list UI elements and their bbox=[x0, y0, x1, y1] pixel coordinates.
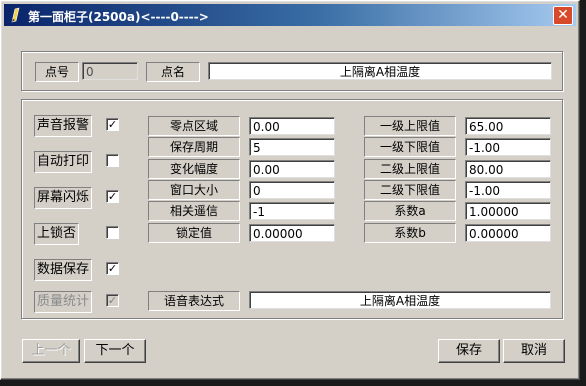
coef-a-field[interactable]: 1.00000 bbox=[465, 202, 551, 220]
level2-upper-label: 二级上限值 bbox=[364, 159, 456, 179]
level2-lower-field[interactable]: -1.00 bbox=[465, 181, 551, 199]
check-sound-alarm[interactable]: 声音报警 ✓ bbox=[34, 115, 124, 137]
level2-upper-field[interactable]: 80.00 bbox=[465, 160, 551, 178]
next-button[interactable]: 下一个 bbox=[84, 339, 146, 363]
level1-lower-label: 一级下限值 bbox=[364, 137, 456, 157]
data-save-label: 数据保存 bbox=[34, 259, 93, 281]
coef-a-label: 系数a bbox=[364, 201, 456, 221]
point-name-label: 点名 bbox=[146, 62, 200, 82]
auto-print-checkbox[interactable] bbox=[106, 154, 119, 167]
settings-group: 声音报警 ✓ 自动打印 屏幕闪烁 ✓ 上锁否 数据保存 ✓ 质量统计 ✓ 零点区… bbox=[21, 99, 563, 319]
voice-expression-field[interactable]: 上隔离A相温度 bbox=[249, 291, 551, 309]
quality-stats-checkbox: ✓ bbox=[106, 294, 119, 307]
screen-flash-label: 屏幕闪烁 bbox=[34, 187, 93, 209]
point-number-field[interactable]: 0 bbox=[82, 62, 138, 80]
lock-value-field[interactable]: 0.00000 bbox=[249, 224, 335, 242]
point-name-field[interactable]: 上隔离A相温度 bbox=[208, 62, 552, 80]
save-button[interactable]: 保存 bbox=[438, 339, 500, 363]
close-icon: ✕ bbox=[557, 7, 569, 23]
zero-zone-field[interactable]: 0.00 bbox=[249, 117, 335, 135]
lock-label: 上锁否 bbox=[34, 223, 80, 245]
related-signal-label: 相关遥信 bbox=[148, 201, 240, 221]
level1-upper-field[interactable]: 65.00 bbox=[465, 117, 551, 135]
auto-print-label: 自动打印 bbox=[34, 151, 93, 173]
check-lock[interactable]: 上锁否 bbox=[34, 223, 124, 245]
check-data-save[interactable]: 数据保存 ✓ bbox=[34, 259, 124, 281]
dialog-window: 第一面柜子(2500a)<----0----> ✕ 点号 0 点名 上隔离A相温… bbox=[0, 0, 580, 380]
coef-b-field[interactable]: 0.00000 bbox=[465, 224, 551, 242]
point-number-label: 点号 bbox=[35, 62, 79, 82]
title-bar[interactable]: 第一面柜子(2500a)<----0----> ✕ bbox=[4, 4, 576, 26]
check-auto-print[interactable]: 自动打印 bbox=[34, 151, 124, 173]
change-range-field[interactable]: 0.00 bbox=[249, 160, 335, 178]
close-button[interactable]: ✕ bbox=[553, 6, 573, 25]
zero-zone-label: 零点区域 bbox=[148, 116, 240, 136]
voice-expression-label: 语音表达式 bbox=[148, 291, 240, 311]
save-period-label: 保存周期 bbox=[148, 137, 240, 157]
level1-upper-label: 一级上限值 bbox=[364, 116, 456, 136]
related-signal-field[interactable]: -1 bbox=[249, 202, 335, 220]
window-size-label: 窗口大小 bbox=[148, 180, 240, 200]
level1-lower-field[interactable]: -1.00 bbox=[465, 138, 551, 156]
level2-lower-label: 二级下限值 bbox=[364, 180, 456, 200]
quality-stats-label: 质量统计 bbox=[34, 291, 93, 313]
lock-value-label: 锁定值 bbox=[148, 223, 240, 243]
screen-flash-checkbox[interactable]: ✓ bbox=[106, 190, 119, 203]
coef-b-label: 系数b bbox=[364, 223, 456, 243]
pen-icon bbox=[11, 7, 20, 23]
data-save-checkbox[interactable]: ✓ bbox=[106, 262, 119, 275]
sound-alarm-label: 声音报警 bbox=[34, 115, 93, 137]
save-period-field[interactable]: 5 bbox=[249, 138, 335, 156]
prev-button: 上一个 bbox=[22, 339, 80, 363]
change-range-label: 变化幅度 bbox=[148, 159, 240, 179]
lock-checkbox[interactable] bbox=[106, 226, 119, 239]
sound-alarm-checkbox[interactable]: ✓ bbox=[106, 118, 119, 131]
point-info-group: 点号 0 点名 上隔离A相温度 bbox=[21, 51, 563, 91]
check-screen-flash[interactable]: 屏幕闪烁 ✓ bbox=[34, 187, 124, 209]
window-title: 第一面柜子(2500a)<----0----> bbox=[28, 10, 209, 24]
check-quality-stats: 质量统计 ✓ bbox=[34, 291, 124, 313]
cancel-button[interactable]: 取消 bbox=[503, 339, 565, 363]
window-size-field[interactable]: 0 bbox=[249, 181, 335, 199]
